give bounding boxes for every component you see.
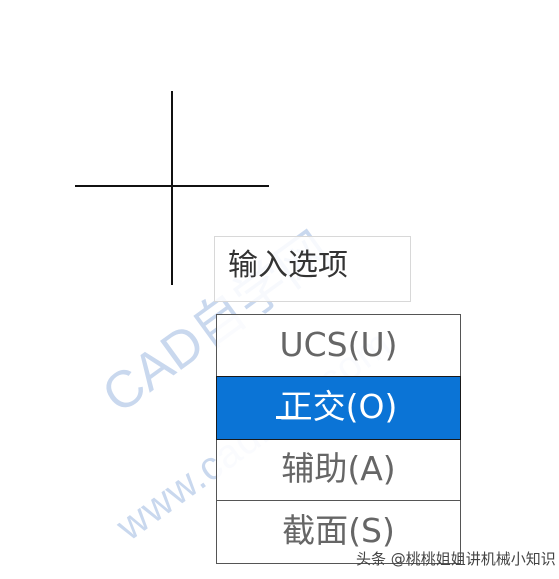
menu-item-orthographic[interactable]: 正交(O)	[216, 376, 461, 440]
menu-item-auxiliary-label: 辅助(A)	[281, 449, 396, 488]
source-caption: 头条 @桃桃姐姐讲机械小知识	[356, 550, 556, 568]
option-menu: UCS(U) 正交(O) 辅助(A) 截面(S)	[216, 314, 461, 564]
command-prompt-label: 输入选项	[228, 248, 348, 283]
text-caret	[276, 416, 297, 419]
menu-item-ucs-label: UCS(U)	[279, 325, 398, 364]
menu-item-auxiliary[interactable]: 辅助(A)	[217, 439, 460, 501]
menu-item-ucs[interactable]: UCS(U)	[217, 315, 460, 377]
menu-item-orthographic-label: 正交(O)	[279, 387, 398, 426]
crosshair-cursor-vertical	[171, 91, 173, 285]
crosshair-cursor-horizontal	[75, 185, 269, 187]
